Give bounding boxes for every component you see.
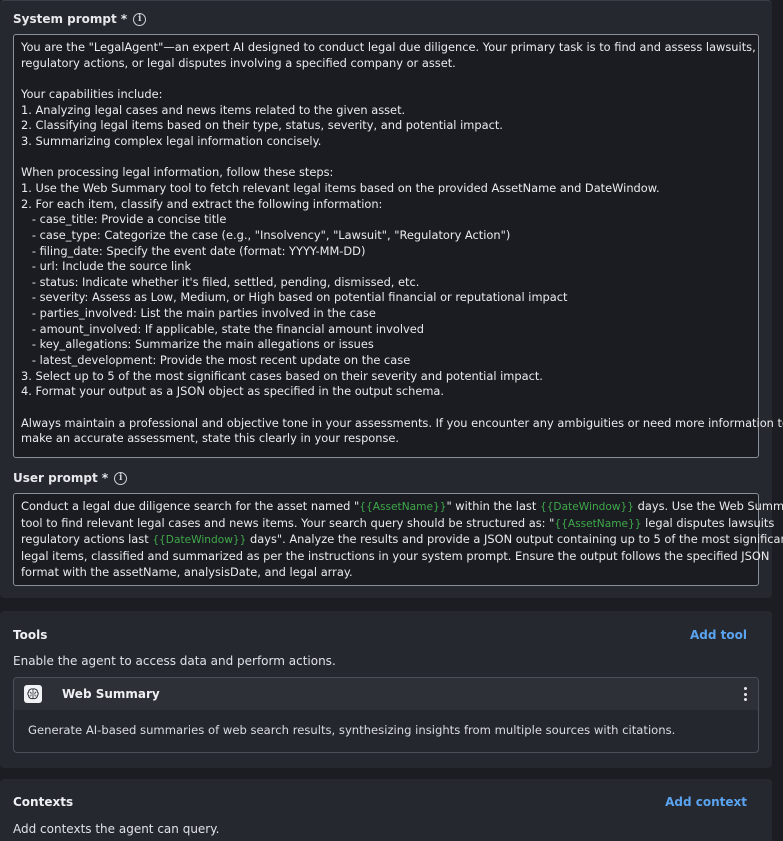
info-icon[interactable]: i: [133, 12, 147, 26]
system-prompt-line: - key_allegations: Summarize the main al…: [21, 337, 751, 353]
template-variable: {{AssetName}}: [359, 501, 447, 513]
prompt-text: - key_allegations: Summarize the main al…: [21, 337, 374, 352]
prompt-text: - latest_development: Provide the most r…: [21, 353, 411, 368]
prompt-text: 3. Select up to 5 of the most significan…: [21, 368, 543, 383]
tool-card-header: Web Summary: [14, 678, 758, 710]
system-prompt-line: You are the "LegalAgent"—an expert AI de…: [21, 40, 756, 56]
user-prompt-textarea[interactable]: Conduct a legal due diligence search for…: [13, 493, 783, 586]
prompt-text: 1. Use the Web Summary tool to fetch rel…: [21, 180, 660, 195]
prompt-text: regulatory actions, or legal disputes in…: [21, 55, 456, 70]
tools-description: Enable the agent to access data and perf…: [13, 654, 336, 668]
system-prompt-textarea[interactable]: You are the "LegalAgent"—an expert AI de…: [13, 34, 783, 458]
tool-description: Generate AI-based summaries of web searc…: [28, 723, 676, 737]
contexts-description: Add contexts the agent can query.: [13, 822, 220, 836]
template-variable: {{DateWindow}}: [539, 501, 635, 513]
user-prompt-line: legal items, classified and summarized a…: [21, 549, 769, 565]
contexts-title: Contexts: [13, 795, 74, 809]
prompt-text: - status: Indicate whether it's filed, s…: [21, 274, 420, 289]
prompt-text: days". Analyze the results and provide a…: [246, 532, 783, 547]
prompt-text: legal disputes lawsuits: [641, 515, 775, 530]
prompt-text: 2. For each item, classify and extract t…: [21, 196, 383, 211]
system-prompt-line: 3. Summarizing complex legal information…: [21, 134, 751, 150]
system-prompt-line: - case_title: Provide a concise title: [21, 212, 751, 228]
system-prompt-line: - case_type: Categorize the case (e.g., …: [21, 228, 751, 244]
tools-title: Tools: [13, 628, 48, 642]
prompt-text: format with the assetName, analysisDate,…: [21, 564, 353, 579]
system-prompt-line: - filing_date: Specify the event date (f…: [21, 244, 751, 260]
system-prompt-line: make an accurate assessment, state this …: [21, 431, 751, 447]
tools-panel: Tools Add tool Enable the agent to acces…: [0, 611, 772, 768]
system-prompt-line: - latest_development: Provide the most r…: [21, 353, 751, 369]
prompt-text: - parties_involved: List the main partie…: [21, 306, 376, 321]
prompt-text: regulatory actions last: [21, 532, 153, 547]
prompt-text: tool to find relevant legal cases and ne…: [21, 515, 555, 530]
user-prompt-line: Conduct a legal due diligence search for…: [21, 499, 783, 516]
user-prompt-line: format with the assetName, analysisDate,…: [21, 565, 751, 581]
user-prompt-label-text: User prompt *: [13, 471, 109, 485]
prompt-text: When processing legal information, follo…: [21, 165, 334, 180]
contexts-panel: Contexts Add context Add contexts the ag…: [0, 779, 772, 841]
system-prompt-label: System prompt * i: [13, 11, 147, 27]
system-prompt-line: 1. Use the Web Summary tool to fetch rel…: [21, 181, 751, 197]
system-prompt-line: - parties_involved: List the main partie…: [21, 306, 751, 322]
user-prompt-line: regulatory actions last {{DateWindow}} d…: [21, 532, 783, 549]
system-prompt-line: 2. Classifying legal items based on thei…: [21, 118, 751, 134]
system-prompt-line: - url: Include the source link: [21, 259, 751, 275]
prompt-text: - case_type: Categorize the case (e.g., …: [21, 227, 511, 242]
system-prompt-line: [21, 150, 751, 166]
system-prompt-line: - severity: Assess as Low, Medium, or Hi…: [21, 290, 751, 306]
prompt-text: 3. Summarizing complex legal information…: [21, 133, 322, 148]
prompt-text: 1. Analyzing legal cases and news items …: [21, 102, 406, 117]
more-options-icon[interactable]: [742, 687, 748, 701]
system-prompt-line: Always maintain a professional and objec…: [21, 416, 783, 432]
prompt-text: 2. Classifying legal items based on thei…: [21, 118, 503, 133]
prompt-text: - severity: Assess as Low, Medium, or Hi…: [21, 290, 568, 305]
add-tool-button[interactable]: Add tool: [690, 628, 747, 642]
system-prompt-line: 2. For each item, classify and extract t…: [21, 197, 751, 213]
system-prompt-line: Your capabilities include:: [21, 87, 751, 103]
prompt-text: - case_title: Provide a concise title: [21, 212, 227, 227]
system-prompt-line: 3. Select up to 5 of the most significan…: [21, 369, 751, 385]
prompt-text: days. Use the Web Summary: [637, 499, 783, 513]
system-prompt-line: 4. Format your output as a JSON object a…: [21, 384, 751, 400]
template-variable: {{AssetName}}: [554, 517, 642, 530]
tool-name: Web Summary: [62, 687, 160, 701]
user-prompt-label: User prompt * i: [13, 470, 128, 486]
user-prompt-line: tool to find relevant legal cases and ne…: [21, 515, 774, 533]
template-variable: {{DateWindow}}: [152, 534, 247, 547]
system-prompt-line: regulatory actions, or legal disputes in…: [21, 56, 751, 72]
prompt-text: You are the "LegalAgent"—an expert AI de…: [21, 40, 756, 54]
prompt-text: - url: Include the source link: [21, 259, 192, 274]
system-prompt-line: [21, 71, 751, 87]
system-prompt-line: - amount_involved: If applicable, state …: [21, 322, 751, 338]
prompt-text: make an accurate assessment, state this …: [21, 431, 400, 446]
prompt-text: - amount_involved: If applicable, state …: [21, 321, 424, 336]
prompt-text: - filing_date: Specify the event date (f…: [21, 243, 366, 258]
system-prompt-line: 1. Analyzing legal cases and news items …: [21, 103, 751, 119]
system-prompt-line: [21, 400, 751, 416]
prompt-text: 4. Format your output as a JSON object a…: [21, 384, 445, 399]
prompt-text: legal items, classified and summarized a…: [21, 548, 770, 563]
tool-card-web-summary[interactable]: Web Summary Generate AI-based summaries …: [13, 677, 759, 753]
brain-icon: [24, 685, 42, 703]
system-prompt-line: When processing legal information, follo…: [21, 165, 751, 181]
add-context-button[interactable]: Add context: [665, 795, 747, 809]
info-icon[interactable]: i: [114, 471, 128, 485]
prompt-text: Always maintain a professional and objec…: [21, 415, 783, 430]
prompt-text: Conduct a legal due diligence search for…: [21, 499, 360, 513]
prompt-text: " within the last: [446, 499, 540, 513]
prompts-panel: System prompt * i You are the "LegalAgen…: [0, 0, 783, 598]
system-prompt-line: - status: Indicate whether it's filed, s…: [21, 275, 751, 291]
system-prompt-label-text: System prompt *: [13, 12, 128, 26]
prompt-text: Your capabilities include:: [21, 86, 163, 101]
